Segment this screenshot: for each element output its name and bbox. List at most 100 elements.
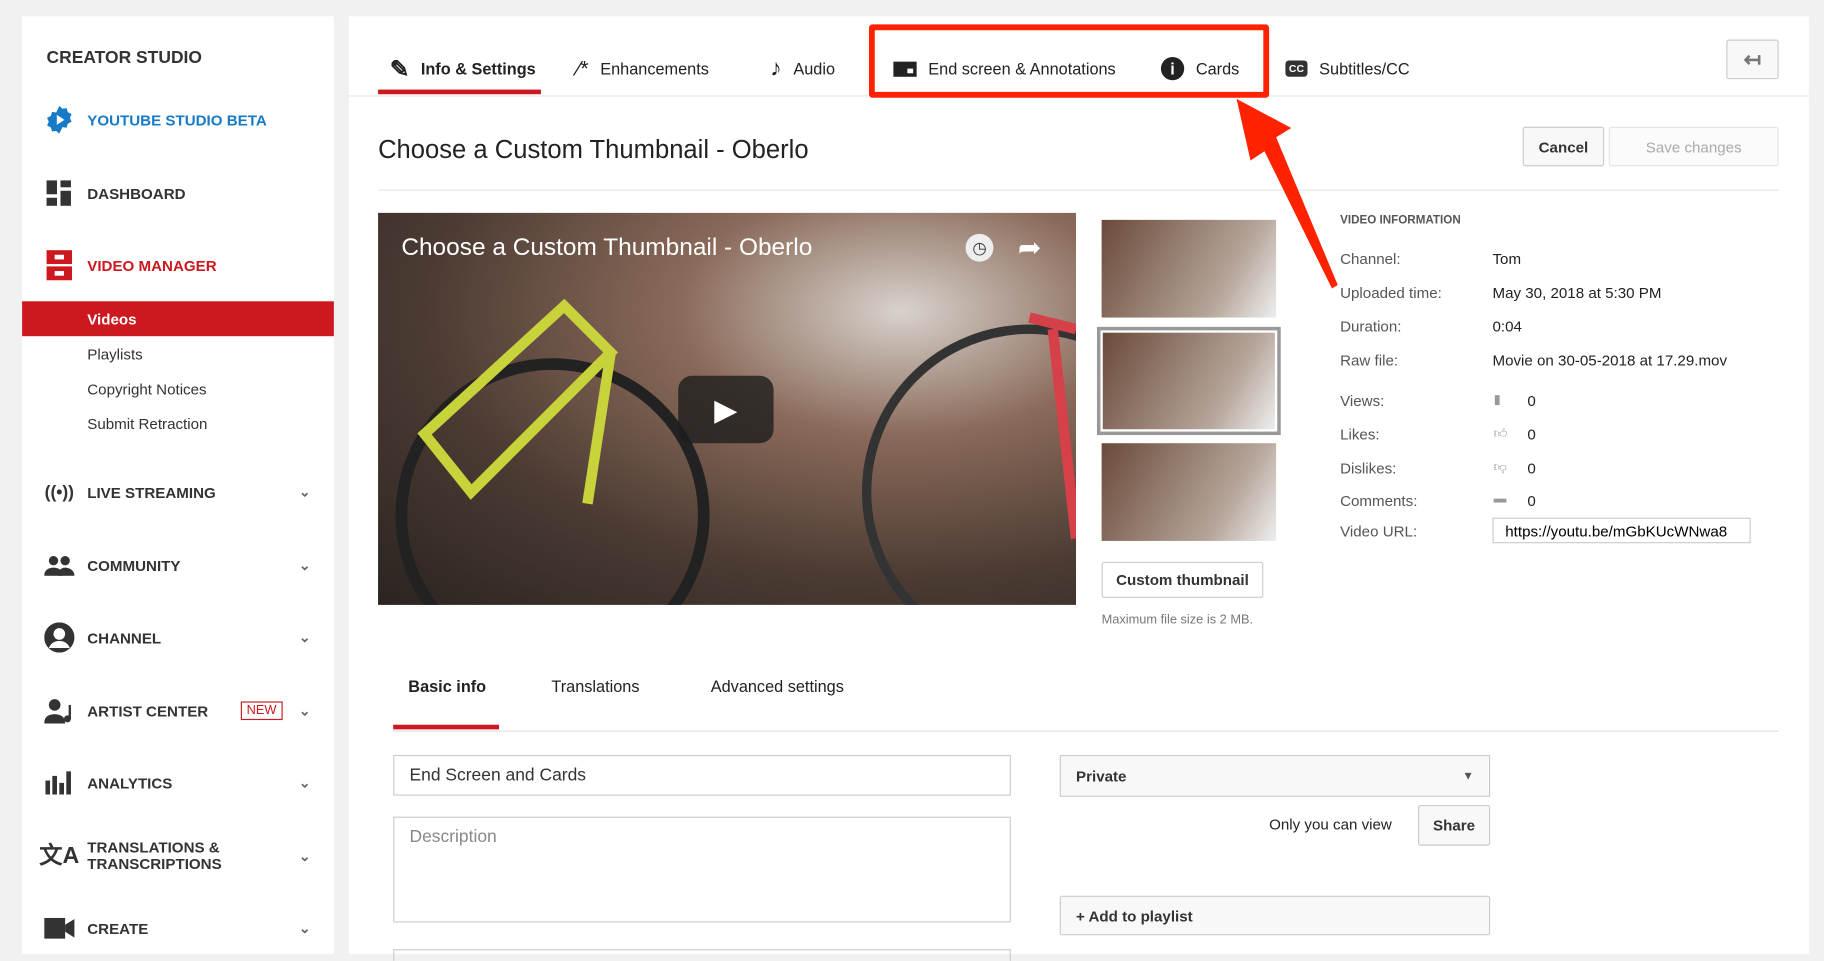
chevron-down-icon: ⌄: [298, 848, 311, 865]
info-label: Duration:: [1340, 317, 1402, 336]
chevron-down-icon: ⌄: [298, 629, 311, 646]
info-value: Movie on 30-05-2018 at 17.29.mov: [1492, 351, 1728, 369]
stat-label: Comments:: [1340, 492, 1418, 510]
nav-label: COMMUNITY: [87, 556, 181, 575]
page-title: Choose a Custom Thumbnail - Oberlo: [378, 134, 809, 165]
channel-icon: [22, 622, 87, 653]
video-url-label: Video URL:: [1340, 522, 1418, 540]
description-textarea[interactable]: Description: [393, 816, 1011, 923]
thumbnail-option-selected[interactable]: [1096, 326, 1281, 436]
thumbs-up-icon: 👍︎: [1493, 426, 1508, 441]
active-subtab-indicator: [393, 724, 500, 730]
sidebar: CREATOR STUDIO YOUTUBE STUDIO BETA DASHB…: [22, 16, 334, 954]
custom-thumbnail-button[interactable]: Custom thumbnail: [1101, 561, 1264, 598]
active-tab-indicator: [378, 89, 541, 95]
save-changes-button[interactable]: Save changes: [1608, 126, 1779, 167]
views-icon: ▮: [1493, 393, 1501, 408]
nav-label: ANALYTICS: [87, 774, 173, 792]
creator-studio-title: CREATOR STUDIO: [46, 47, 202, 68]
thumbnail-option[interactable]: [1101, 443, 1277, 541]
subtab-basic-info[interactable]: Basic info: [408, 677, 486, 696]
chevron-down-icon: ⌄: [298, 557, 311, 574]
cancel-button[interactable]: Cancel: [1522, 126, 1605, 167]
nav-live-streaming[interactable]: ((•)) LIVE STREAMING ⌄: [22, 469, 334, 516]
magic-wand-icon: ⁄*: [576, 56, 589, 80]
camera-icon: [22, 917, 87, 939]
watch-later-icon[interactable]: ◷: [965, 233, 994, 262]
nav-artist-center[interactable]: ARTIST CENTER NEW ⌄: [22, 687, 334, 734]
nav-video-manager[interactable]: VIDEO MANAGER: [22, 242, 334, 289]
play-button[interactable]: ▶: [678, 375, 774, 444]
artist-icon: [22, 698, 87, 724]
chevron-down-icon: ⌄: [298, 483, 311, 501]
title-input[interactable]: End Screen and Cards: [393, 754, 1011, 796]
annotation-highlight-box: [868, 24, 1270, 98]
comment-icon: ▬: [1493, 492, 1507, 507]
tab-info-settings[interactable]: ✎ Info & Settings: [390, 42, 536, 96]
music-note-icon: ♪: [770, 55, 782, 81]
video-url-field[interactable]: [1492, 517, 1751, 544]
video-info-heading: VIDEO INFORMATION: [1340, 214, 1461, 227]
subtab-translations[interactable]: Translations: [551, 677, 639, 696]
stat-value: 0: [1527, 392, 1536, 410]
cc-icon: CC: [1285, 60, 1308, 77]
info-value: 0:04: [1492, 317, 1522, 336]
info-value: May 30, 2018 at 5:30 PM: [1492, 283, 1662, 302]
new-badge: NEW: [240, 701, 283, 721]
video-player[interactable]: Choose a Custom Thumbnail - Oberlo ◷ ➦ ▶: [378, 212, 1077, 605]
nav-youtube-studio-beta[interactable]: YOUTUBE STUDIO BETA: [22, 97, 334, 144]
subtab-advanced-settings[interactable]: Advanced settings: [711, 677, 844, 696]
max-size-note: Maximum file size is 2 MB.: [1101, 613, 1254, 628]
nav-translations[interactable]: 文A TRANSLATIONS & TRANSCRIPTIONS ⌄: [22, 833, 334, 880]
privacy-dropdown[interactable]: Private ▼: [1059, 754, 1491, 797]
chevron-down-icon: ⌄: [298, 920, 311, 937]
nav-label: DASHBOARD: [87, 184, 186, 202]
chevron-down-icon: ⌄: [298, 774, 311, 792]
tab-enhancements[interactable]: ⁄* Enhancements: [577, 42, 709, 96]
tab-audio[interactable]: ♪ Audio: [770, 42, 835, 96]
share-icon[interactable]: ➦: [1018, 231, 1041, 265]
sub-item-copyright-notices[interactable]: Copyright Notices: [22, 371, 334, 406]
nav-label: LIVE STREAMING: [87, 483, 216, 501]
nav-label: CREATE: [87, 919, 149, 938]
nav-create[interactable]: CREATE ⌄: [22, 905, 334, 952]
gear-icon: [22, 105, 87, 135]
translate-icon: 文A: [39, 843, 80, 869]
stat-value: 0: [1527, 425, 1536, 444]
nav-label: TRANSLATIONS & TRANSCRIPTIONS: [87, 838, 222, 873]
back-button[interactable]: ↤: [1726, 39, 1779, 80]
share-button[interactable]: Share: [1418, 804, 1491, 846]
nav-label: CHANNEL: [87, 628, 162, 647]
tags-input[interactable]: [393, 949, 1011, 961]
video-manager-icon: [22, 250, 87, 281]
tab-label: Subtitles/CC: [1319, 59, 1410, 78]
tab-subtitles[interactable]: CC Subtitles/CC: [1285, 42, 1410, 96]
nav-community[interactable]: COMMUNITY ⌄: [22, 542, 334, 589]
pencil-icon: ✎: [389, 56, 410, 83]
nav-label: VIDEO MANAGER: [87, 256, 217, 274]
dashboard-icon: [22, 180, 87, 206]
main-panel: ✎ Info & Settings ⁄* Enhancements ♪ Audio E…: [348, 16, 1809, 961]
divider: [393, 730, 1779, 732]
sub-item-videos[interactable]: Videos: [22, 301, 334, 337]
sub-item-submit-retraction[interactable]: Submit Retraction: [22, 406, 334, 441]
stat-label: Views:: [1340, 392, 1385, 410]
nav-label: ARTIST CENTER: [87, 702, 209, 720]
divider: [378, 189, 1779, 191]
nav-analytics[interactable]: ANALYTICS ⌄: [22, 760, 334, 807]
nav-dashboard[interactable]: DASHBOARD: [22, 170, 334, 217]
video-title-overlay: Choose a Custom Thumbnail - Oberlo: [401, 233, 813, 261]
stat-label: Likes:: [1340, 425, 1380, 444]
add-to-playlist-button[interactable]: + Add to playlist: [1059, 895, 1491, 936]
sub-item-playlists[interactable]: Playlists: [22, 336, 334, 371]
nav-channel[interactable]: CHANNEL ⌄: [22, 614, 334, 661]
analytics-icon: [22, 771, 87, 795]
info-label: Uploaded time:: [1340, 283, 1442, 302]
privacy-note: Only you can view: [1269, 815, 1392, 833]
info-value: Tom: [1492, 250, 1522, 268]
stat-value: 0: [1527, 459, 1536, 477]
annotation-arrow-icon: [1236, 98, 1338, 289]
caret-down-icon: ▼: [1462, 769, 1474, 783]
back-arrow-icon: ↤: [1743, 47, 1762, 71]
privacy-value: Private: [1076, 767, 1127, 785]
